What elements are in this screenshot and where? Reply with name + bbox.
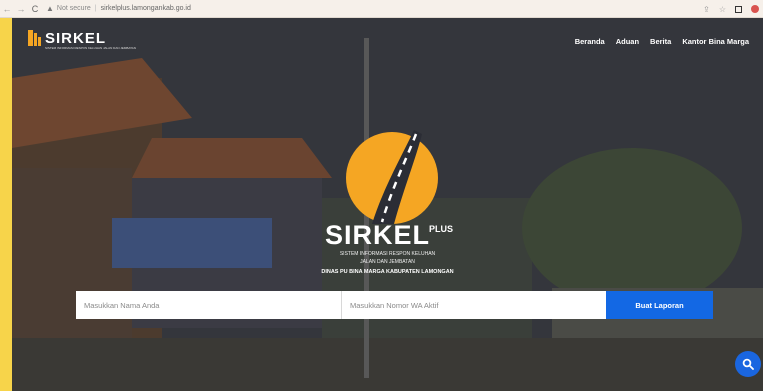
site-logo[interactable]: SIRKEL SISTEM INFORMASI RESPON KELUHAN J… xyxy=(28,29,136,50)
url-separator: | xyxy=(94,5,97,12)
logo-text: SIRKEL xyxy=(45,29,107,47)
report-form: Buat Laporan xyxy=(76,291,713,319)
warning-icon: ▲ xyxy=(46,4,54,13)
nav-beranda[interactable]: Beranda xyxy=(575,37,605,46)
url-text[interactable]: sirkelplus.lamongankab.go.id xyxy=(101,5,191,12)
wa-number-input[interactable] xyxy=(342,291,606,319)
buat-laporan-button[interactable]: Buat Laporan xyxy=(606,291,713,319)
share-icon[interactable]: ⇪ xyxy=(703,5,710,14)
search-icon xyxy=(742,358,754,370)
brand-tagline-2: JALAN DAN JEMBATAN xyxy=(360,259,415,265)
road-logo-icon xyxy=(346,130,438,224)
browser-actions: ⇪ ☆ xyxy=(703,0,759,18)
security-label: Not secure xyxy=(56,5,91,12)
browser-toolbar: ← → C ▲ Not secure | sirkelplus.lamongan… xyxy=(0,0,763,18)
brand-title: SIRKEL xyxy=(325,220,431,250)
brand-plus: PLUS xyxy=(429,224,454,234)
website-viewport: SIRKEL SISTEM INFORMASI RESPON KELUHAN J… xyxy=(12,18,763,391)
back-icon[interactable]: ← xyxy=(0,4,14,14)
extension-icon[interactable] xyxy=(735,5,742,13)
nav-berita[interactable]: Berita xyxy=(650,37,671,46)
brand-dinas: DINAS PU BINA MARGA KABUPATEN LAMONGAN xyxy=(321,269,454,275)
search-button[interactable] xyxy=(735,351,761,377)
name-input[interactable] xyxy=(76,291,342,319)
forward-icon[interactable]: → xyxy=(14,4,28,14)
brand-tagline-1: SISTEM INFORMASI RESPON KELUHAN xyxy=(339,251,436,257)
reload-icon[interactable]: C xyxy=(28,4,42,14)
star-icon[interactable]: ☆ xyxy=(719,5,726,14)
address-bar[interactable]: ▲ Not secure | sirkelplus.lamongankab.go… xyxy=(46,4,191,13)
profile-icon[interactable] xyxy=(751,5,759,13)
logo-mark-icon xyxy=(28,30,42,46)
nav-aduan[interactable]: Aduan xyxy=(616,37,639,46)
page-edge-strip xyxy=(0,18,12,391)
logo-subtitle: SISTEM INFORMASI RESPON KELUHAN JALAN DA… xyxy=(45,46,136,50)
main-nav: Beranda Aduan Berita Kantor Bina Marga xyxy=(575,37,749,46)
nav-kantor-bina-marga[interactable]: Kantor Bina Marga xyxy=(682,37,749,46)
